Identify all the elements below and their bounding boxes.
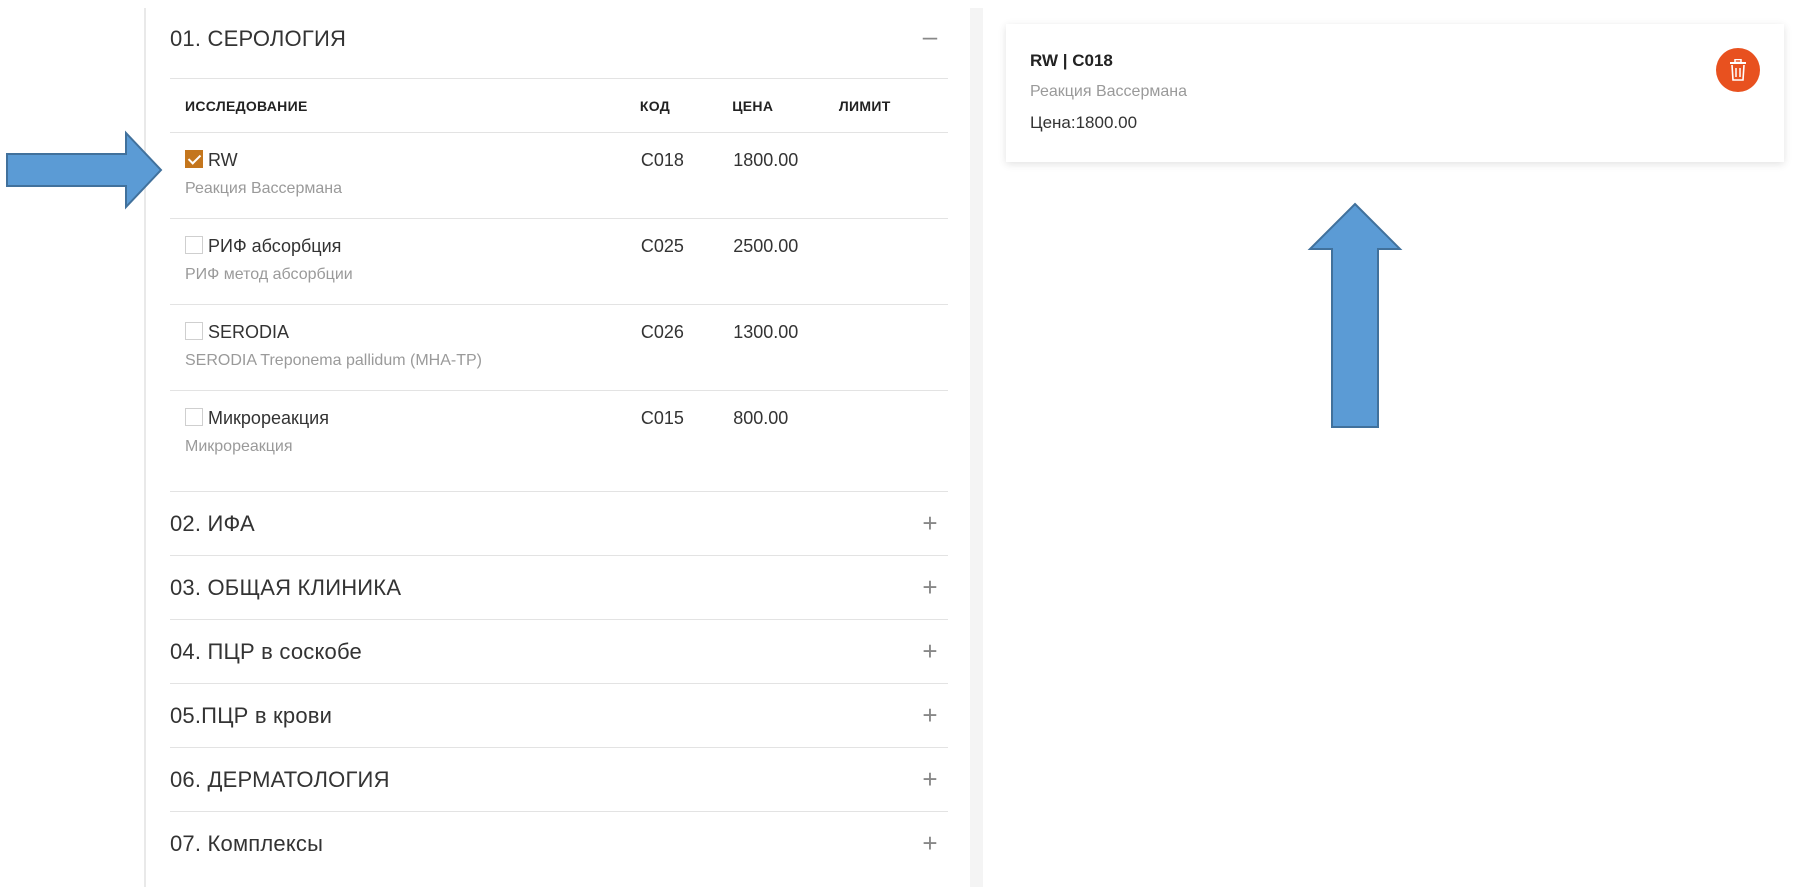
- card-description: Реакция Вассермана: [1030, 83, 1187, 100]
- test-limit: [838, 132, 948, 219]
- test-limit: [838, 218, 948, 305]
- test-cell: Микрореакция Микрореакция: [170, 390, 640, 492]
- trash-icon: [1730, 59, 1746, 81]
- section-pcr-scraping[interactable]: 04. ПЦР в соскобе +: [170, 620, 948, 684]
- plus-icon[interactable]: +: [918, 574, 942, 600]
- test-name: РИФ абсорбция: [208, 236, 342, 256]
- section-general-clinic[interactable]: 03. ОБЩАЯ КЛИНИКА +: [170, 556, 948, 620]
- plus-icon[interactable]: +: [918, 638, 942, 664]
- analysis-catalog: 01. СЕРОЛОГИЯ – ИССЛЕДОВАНИЕ КОД ЦЕНА ЛИ…: [170, 8, 948, 875]
- section-title: 06. ДЕРМАТОЛОГИЯ: [170, 767, 390, 792]
- test-code: C015: [639, 390, 733, 492]
- plus-icon[interactable]: +: [918, 702, 942, 728]
- section-title: 01. СЕРОЛОГИЯ: [170, 26, 347, 51]
- test-checkbox[interactable]: [185, 236, 203, 254]
- column-header-name: ИССЛЕДОВАНИЕ: [170, 79, 640, 133]
- test-name: Микрореакция: [208, 408, 329, 428]
- test-checkbox[interactable]: [185, 322, 203, 340]
- test-price: 1800.00: [732, 132, 839, 219]
- test-cell: РИФ абсорбция РИФ метод абсорбции: [170, 218, 640, 305]
- table-header-row: ИССЛЕДОВАНИЕ КОД ЦЕНА ЛИМИТ: [170, 79, 948, 133]
- card-price: Цена:1800.00: [1030, 113, 1138, 132]
- arrow-up-icon: [1307, 202, 1403, 428]
- test-checkbox[interactable]: [185, 408, 203, 426]
- section-header-serology[interactable]: 01. СЕРОЛОГИЯ –: [170, 8, 948, 79]
- test-code: C025: [639, 218, 733, 305]
- test-name: RW: [208, 150, 238, 170]
- plus-icon[interactable]: +: [918, 510, 942, 536]
- section-title: 04. ПЦР в соскобе: [170, 639, 362, 664]
- test-code: C026: [639, 304, 733, 391]
- test-limit: [838, 390, 948, 492]
- test-cell: SERODIA SERODIA Treponema pallidum (MHA-…: [170, 304, 640, 391]
- table-row: RW Реакция Вассермана C018 1800.00: [170, 132, 948, 219]
- test-price: 1300.00: [732, 304, 839, 391]
- plus-icon[interactable]: +: [918, 766, 942, 792]
- test-code: C018: [639, 132, 733, 219]
- table-row: SERODIA SERODIA Treponema pallidum (MHA-…: [170, 304, 948, 391]
- section-title: 07. Комплексы: [170, 831, 324, 856]
- table-row: Микрореакция Микрореакция C015 800.00: [170, 390, 948, 492]
- test-cell: RW Реакция Вассермана: [170, 132, 640, 219]
- selected-test-card: RW | C018 Реакция Вассермана Цена:1800.0…: [1006, 24, 1784, 162]
- plus-icon[interactable]: +: [918, 830, 942, 856]
- section-ifa[interactable]: 02. ИФА +: [170, 492, 948, 556]
- test-description: SERODIA Treponema pallidum (MHA-TP): [185, 352, 482, 369]
- section-complexes[interactable]: 07. Комплексы +: [170, 812, 948, 875]
- tests-table: ИССЛЕДОВАНИЕ КОД ЦЕНА ЛИМИТ RW Реакция В…: [170, 79, 948, 492]
- column-header-code: КОД: [639, 79, 733, 133]
- minus-icon[interactable]: –: [918, 23, 942, 49]
- test-description: РИФ метод абсорбции: [185, 266, 353, 283]
- arrow-right-icon: [6, 130, 163, 210]
- test-description: Реакция Вассермана: [185, 180, 342, 197]
- test-price: 800.00: [732, 390, 839, 492]
- column-divider: [970, 8, 983, 887]
- column-header-price: ЦЕНА: [732, 79, 839, 133]
- test-price: 2500.00: [732, 218, 839, 305]
- section-pcr-blood[interactable]: 05.ПЦР в крови +: [170, 684, 948, 748]
- card-title: RW | C018: [1030, 51, 1113, 70]
- column-header-limit: ЛИМИТ: [838, 79, 948, 133]
- test-checkbox[interactable]: [185, 150, 203, 168]
- test-name: SERODIA: [208, 322, 290, 342]
- table-row: РИФ абсорбция РИФ метод абсорбции C025 2…: [170, 218, 948, 305]
- section-title: 03. ОБЩАЯ КЛИНИКА: [170, 575, 402, 600]
- test-limit: [838, 304, 948, 391]
- delete-button[interactable]: [1716, 48, 1760, 92]
- test-description: Микрореакция: [185, 438, 293, 455]
- section-title: 02. ИФА: [170, 511, 255, 536]
- section-dermatology[interactable]: 06. ДЕРМАТОЛОГИЯ +: [170, 748, 948, 812]
- section-title: 05.ПЦР в крови: [170, 703, 333, 728]
